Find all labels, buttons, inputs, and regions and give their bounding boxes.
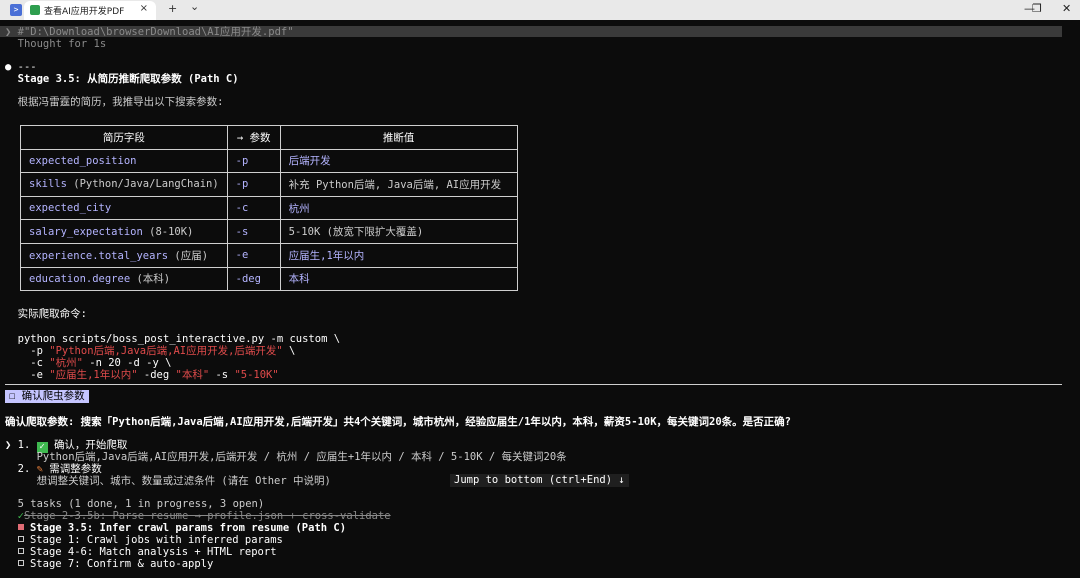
intro-text: 根据冯雷霆的简历，我推导出以下搜索参数: — [5, 96, 224, 108]
table-row: skills (Python/Java/LangChain) -p 补充 Pyt… — [20, 172, 518, 197]
tasks-summary: 5 tasks (1 done, 1 in progress, 3 open) — [5, 498, 265, 510]
row-value: 本科 — [279, 266, 518, 292]
row-param: -p — [226, 148, 281, 174]
row-value: 杭州 — [279, 195, 518, 221]
row-field-note: (Python/Java/LangChain) — [66, 178, 219, 191]
divider — [5, 384, 1062, 385]
header-param: → 参数 — [226, 125, 281, 150]
row-value: 应届生,1年以内 — [279, 242, 518, 268]
table-header-row: 简历字段 → 参数 推断值 — [20, 125, 518, 150]
option-label: 需调整参数 — [49, 463, 102, 475]
close-window-button[interactable]: ✕ — [1062, 2, 1071, 15]
resume-params-table: 简历字段 → 参数 推断值 expected_position -p 后端开发 … — [20, 125, 518, 292]
task-item: Stage 1: Crawl jobs with inferred params — [5, 534, 283, 546]
task-item: Stage 7: Confirm & auto-apply — [5, 558, 213, 570]
row-param: -e — [226, 242, 281, 268]
command-line-3: -c "杭州" -n 20 -d -y \ — [5, 357, 172, 369]
row-field: salary_expectation — [29, 225, 143, 238]
tab-dropdown-icon[interactable]: ⌄ — [190, 0, 199, 13]
tab-icon — [30, 5, 40, 15]
done-check-icon: ✓ — [5, 510, 24, 522]
command-line-2: -p "Python后端,Java后端,AI应用开发,后端开发" \ — [5, 345, 296, 357]
confirm-question: 确认爬取参数: 搜索「Python后端,Java后端,AI应用开发,后端开发」共… — [5, 416, 792, 428]
pencil-icon: ✎ — [36, 463, 43, 475]
row-field: expected_city — [29, 202, 112, 215]
row-field: education.degree — [29, 273, 131, 286]
task-item: ✓Stage 2-3.5b: Parse resume → profile.js… — [5, 510, 391, 522]
terminal-app-icon[interactable]: > — [10, 4, 22, 16]
row-param: -s — [226, 219, 281, 244]
option-adjust-detail: 想调整关键词、城市、数量或过滤条件 (请在 Other 中说明) — [5, 475, 331, 487]
row-value: 5-10K (放宽下限扩大覆盖) — [279, 219, 518, 244]
tab-title: 查看AI应用开发PDF — [44, 7, 125, 17]
row-value: 补充 Python后端, Java后端, AI应用开发 — [279, 172, 518, 197]
title-bar: > 查看AI应用开发PDF × + ⌄ — ❐ ✕ — [0, 0, 1080, 20]
row-field-note: (8-10K) — [142, 225, 194, 238]
table-row: expected_position -p 后端开发 — [20, 148, 518, 174]
bullet-separator: ● --- — [5, 61, 37, 73]
task-item: Stage 4-6: Match analysis + HTML report — [5, 546, 277, 558]
task-item: Stage 3.5: Infer crawl params from resum… — [5, 522, 346, 534]
row-param: -deg — [226, 266, 281, 292]
option-label: 确认，开始爬取 — [53, 439, 128, 451]
prompt-line: ❯ #"D:\Download\browserDownload\AI应用开发.p… — [5, 26, 294, 38]
tab-close-icon[interactable]: × — [140, 3, 148, 14]
command-line-1: python scripts/boss_post_interactive.py … — [5, 333, 341, 345]
table-row: experience.total_years (应届) -e 应届生,1年以内 — [20, 242, 518, 268]
confirm-params-tag: ☐ 确认爬虫参数 — [5, 390, 89, 403]
table-row: salary_expectation (8-10K) -s 5-10K (放宽下… — [20, 219, 518, 244]
maximize-button[interactable]: ❐ — [1032, 2, 1042, 15]
thought-status: Thought for 1s — [5, 38, 107, 50]
row-param: -p — [226, 172, 281, 197]
header-value: 推断值 — [279, 125, 518, 150]
header-field: 简历字段 — [20, 125, 228, 150]
row-field: expected_position — [29, 154, 137, 167]
table-row: education.degree (本科) -deg 本科 — [20, 266, 518, 292]
new-tab-button[interactable]: + — [168, 2, 177, 15]
command-heading: 实际爬取命令: — [5, 308, 87, 320]
stage-title: Stage 3.5: 从简历推断爬取参数 (Path C) — [5, 73, 239, 85]
row-field: experience.total_years — [29, 249, 169, 262]
command-line-4: -e "应届生,1年以内" -deg "本科" -s "5-10K" — [5, 369, 279, 381]
jump-to-bottom-button[interactable]: Jump to bottom (ctrl+End) ↓ — [450, 474, 629, 487]
row-value: 后端开发 — [279, 148, 518, 174]
option-confirm-detail: Python后端,Java后端,AI应用开发,后端开发 / 杭州 / 应届生+1… — [5, 451, 567, 463]
row-field-note: (本科) — [130, 273, 171, 286]
tab-active[interactable]: 查看AI应用开发PDF × — [24, 1, 156, 20]
row-field: skills — [29, 178, 67, 191]
row-param: -c — [226, 195, 281, 221]
row-field-note: (应届) — [168, 249, 209, 262]
option-adjust[interactable]: 2. ✎ 需调整参数 — [5, 463, 102, 475]
table-row: expected_city -c 杭州 — [20, 195, 518, 221]
